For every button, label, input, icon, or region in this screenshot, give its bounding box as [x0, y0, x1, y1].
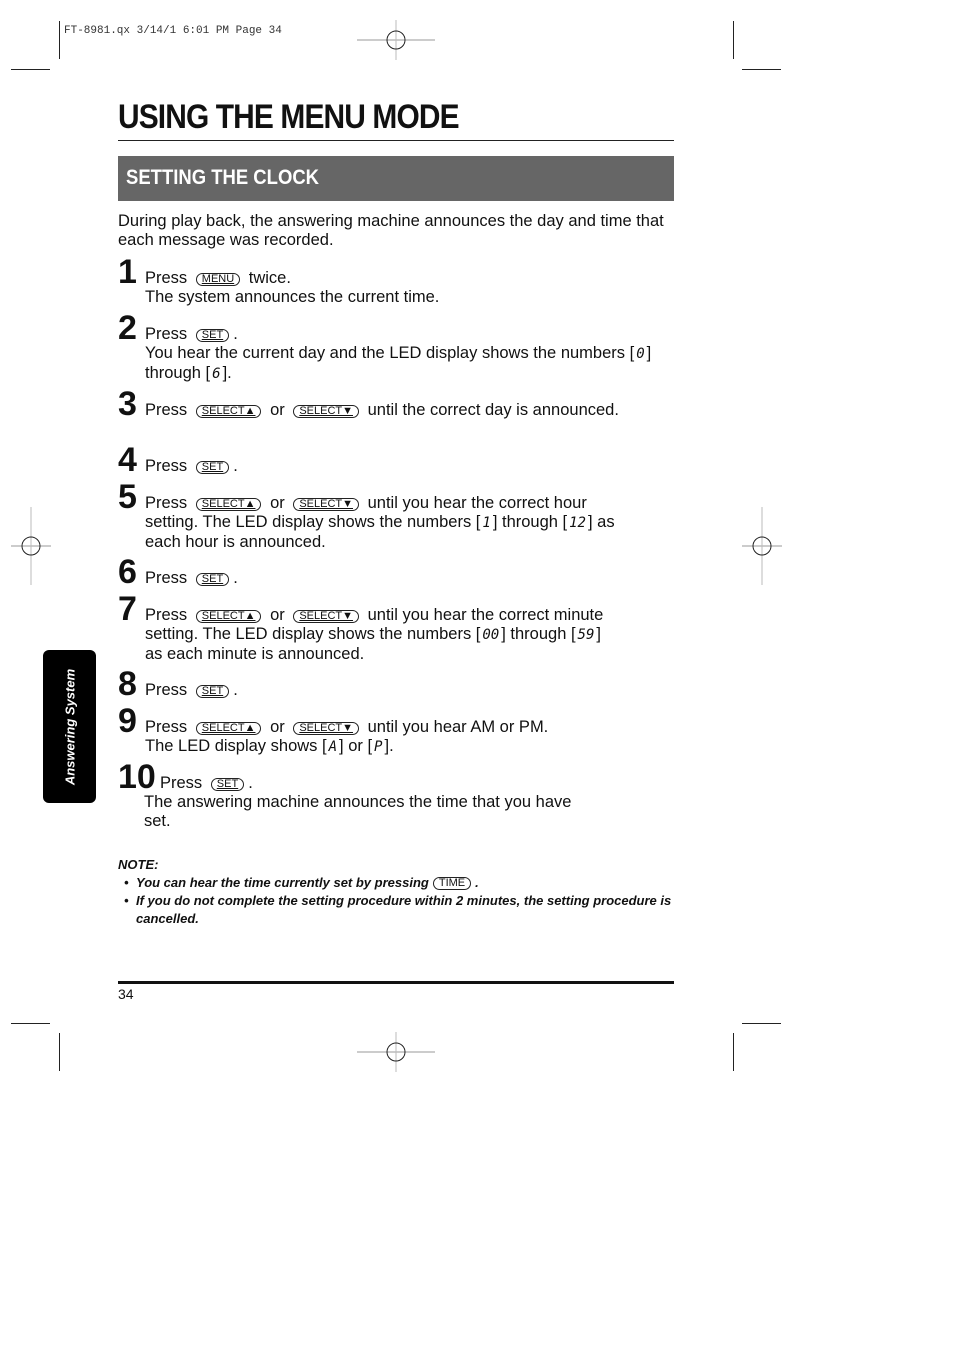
step-1: 1 Press MENU twice. The system announces… [118, 253, 440, 306]
led-digit: P [374, 739, 383, 755]
footer-divider [118, 981, 674, 984]
step-5: 5 Press SELECT▲ or SELECT▼ until you hea… [118, 478, 615, 551]
registration-mark-icon [742, 507, 782, 585]
registration-mark-icon [357, 20, 435, 60]
set-key: SET [210, 778, 245, 791]
step-10: 10 Press SET. The answering machine anno… [118, 758, 572, 830]
step-4: 4 Press SET. [118, 441, 238, 479]
led-digit: 6 [212, 366, 221, 382]
step-number: 10 [118, 758, 156, 796]
crop-mark [742, 1023, 781, 1024]
led-digit: 59 [577, 627, 595, 643]
registration-mark-icon [357, 1032, 435, 1072]
step-3: 3 Press SELECT▲ or SELECT▼ until the cor… [118, 385, 619, 423]
crop-mark [11, 1023, 50, 1024]
led-digit: 00 [482, 627, 500, 643]
section-title: SETTING THE CLOCK [126, 166, 320, 189]
step-number: 5 [118, 478, 137, 516]
crop-mark [733, 21, 734, 59]
step-number: 1 [118, 253, 137, 291]
crop-mark [742, 69, 781, 70]
step-8: 8 Press SET. [118, 665, 238, 703]
print-slug: FT-8981.qx 3/14/1 6:01 PM Page 34 [64, 25, 282, 37]
step-number: 6 [118, 553, 137, 591]
registration-mark-icon [11, 507, 51, 585]
led-digit: 1 [482, 515, 491, 531]
page-number: 34 [118, 986, 134, 1002]
set-key: SET [195, 685, 230, 698]
led-digit: 0 [636, 346, 645, 362]
led-digit: A [328, 739, 338, 755]
step-2: 2 Press SET. You hear the current day an… [118, 309, 652, 382]
note-block: NOTE: You can hear the time currently se… [118, 856, 678, 928]
menu-key: MENU [195, 273, 241, 286]
step-6: 6 Press SET. [118, 553, 238, 591]
select-up-key: SELECT▲ [195, 610, 262, 623]
side-tab: Answering System [43, 650, 96, 803]
crop-mark [59, 21, 60, 59]
step-7: 7 Press SELECT▲ or SELECT▼ until you hea… [118, 590, 604, 663]
step-number: 4 [118, 441, 137, 479]
step-9: 9 Press SELECT▲ or SELECT▼ until you hea… [118, 702, 549, 755]
step-number: 9 [118, 702, 137, 740]
set-key: SET [195, 461, 230, 474]
note-item: If you do not complete the setting proce… [124, 892, 678, 928]
page-title: USING THE MENU MODE [118, 98, 460, 136]
select-up-key: SELECT▲ [195, 405, 262, 418]
select-down-key: SELECT▼ [293, 722, 360, 735]
select-up-key: SELECT▲ [195, 722, 262, 735]
crop-mark [11, 69, 50, 70]
intro-paragraph: During play back, the answering machine … [118, 212, 664, 249]
section-header: SETTING THE CLOCK [118, 156, 674, 201]
select-down-key: SELECT▼ [293, 610, 360, 623]
time-key: TIME [432, 877, 472, 890]
select-down-key: SELECT▼ [293, 405, 360, 418]
set-key: SET [195, 573, 230, 586]
led-digit: 12 [569, 515, 586, 531]
step-number: 3 [118, 385, 137, 423]
title-divider [118, 140, 674, 141]
select-up-key: SELECT▲ [195, 498, 262, 511]
select-down-key: SELECT▼ [293, 498, 360, 511]
crop-mark [733, 1033, 734, 1071]
step-number: 2 [118, 309, 137, 347]
step-number: 7 [118, 590, 137, 628]
note-item: You can hear the time currently set by p… [124, 874, 678, 892]
note-label: NOTE: [118, 857, 159, 872]
set-key: SET [195, 329, 230, 342]
crop-mark [59, 1033, 60, 1071]
side-tab-label: Answering System [62, 668, 77, 785]
step-number: 8 [118, 665, 137, 703]
